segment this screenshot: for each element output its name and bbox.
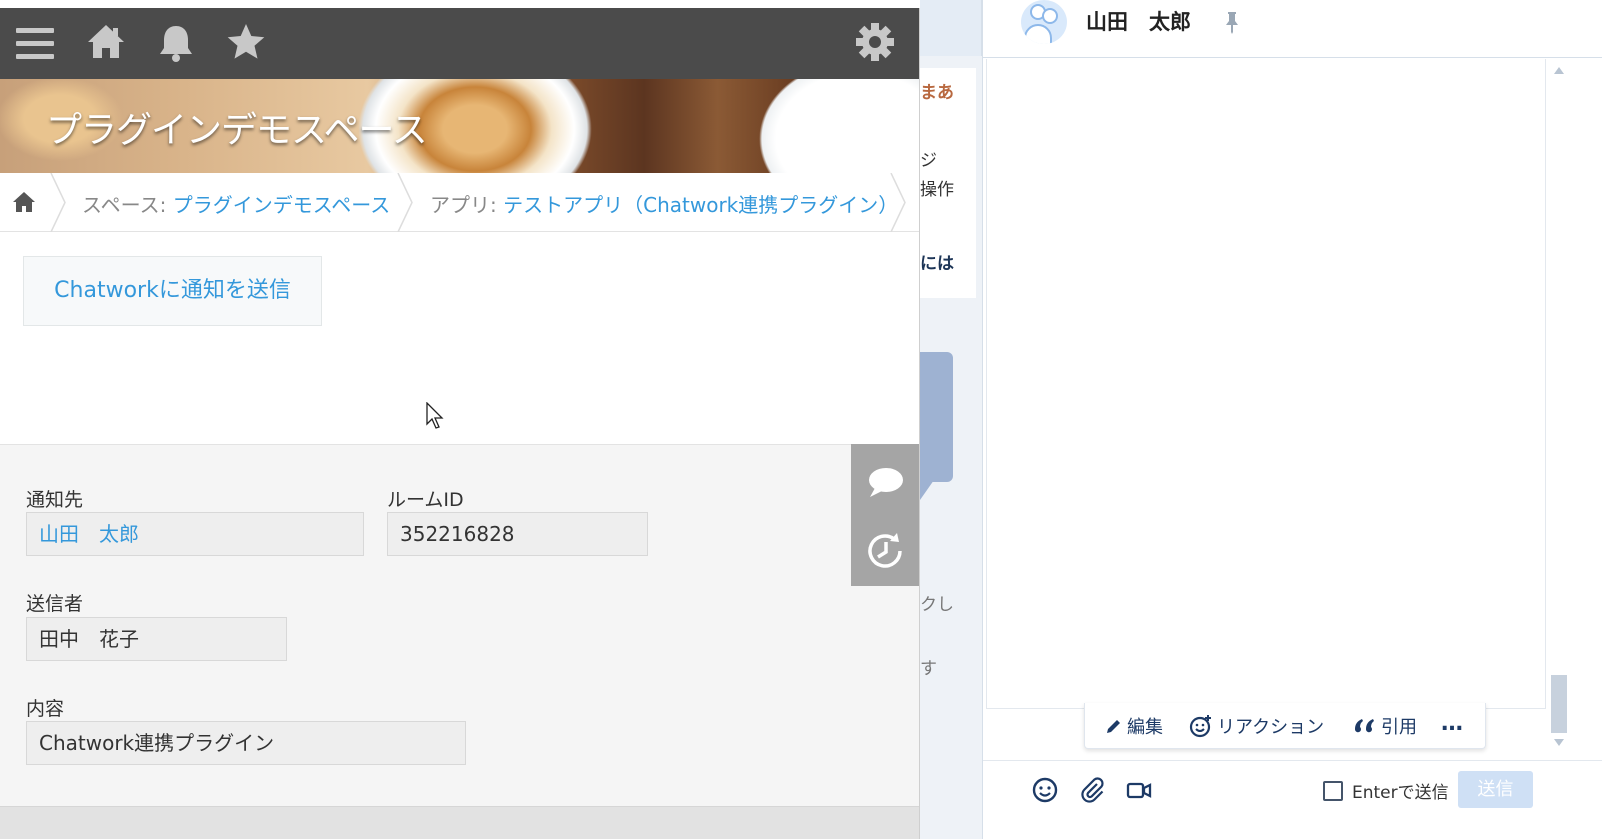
send-chatwork-notification-button[interactable]: Chatworkに通知を送信 bbox=[23, 256, 322, 326]
breadcrumb-space-label: スペース: bbox=[82, 193, 173, 217]
pin-icon[interactable] bbox=[1223, 10, 1241, 34]
paperclip-icon[interactable] bbox=[1077, 776, 1105, 804]
quote-button[interactable]: 引用 bbox=[1353, 713, 1417, 739]
chat-header: 山田 太郎 bbox=[983, 0, 1602, 58]
chatwork-room-list-strip: まあ ジ 操作 には クし す bbox=[920, 0, 982, 839]
quote-label: 引用 bbox=[1381, 717, 1417, 738]
recipient-field[interactable]: 山田 太郎 bbox=[26, 512, 364, 556]
pencil-icon bbox=[1107, 720, 1120, 733]
edit-button[interactable]: 編集 bbox=[1105, 713, 1163, 739]
record-side-toolbar bbox=[851, 444, 920, 586]
fragment-text: には bbox=[920, 254, 954, 274]
more-button[interactable]: … bbox=[1441, 711, 1464, 736]
breadcrumb-app-link[interactable]: テストアプリ（Chatwork連携プラグイン） bbox=[503, 193, 898, 217]
menu-icon[interactable] bbox=[16, 24, 54, 62]
timeline-scrollbar[interactable] bbox=[1549, 59, 1569, 746]
enter-to-send-toggle[interactable]: Enterで送信 bbox=[1323, 778, 1449, 803]
sender-field[interactable]: 田中 花子 bbox=[26, 617, 287, 661]
reaction-label: リアクション bbox=[1217, 717, 1325, 738]
gear-icon[interactable] bbox=[855, 22, 895, 62]
content-label: 内容 bbox=[26, 698, 65, 720]
home-icon[interactable] bbox=[86, 22, 126, 62]
breadcrumb-home-icon[interactable] bbox=[12, 191, 36, 213]
breadcrumb-separator bbox=[50, 173, 66, 232]
fragment-text: ジ bbox=[920, 151, 937, 171]
scroll-down-arrow-icon[interactable] bbox=[1554, 739, 1564, 746]
bubble-shape bbox=[920, 352, 953, 482]
room-list-header bbox=[920, 0, 982, 56]
chatwork-chat-panel: 山田 太郎 - 編集 bbox=[982, 0, 1602, 839]
reaction-smile-icon bbox=[1189, 715, 1211, 738]
content-field[interactable]: Chatwork連携プラグイン bbox=[26, 721, 466, 765]
breadcrumb-space[interactable]: スペース: プラグインデモスペース bbox=[82, 189, 390, 218]
kintone-window: プラグインデモスペース スペース: プラグインデモスペース アプリ: テストアプ… bbox=[0, 8, 920, 839]
chat-timeline[interactable]: - bbox=[986, 59, 1546, 747]
recipient-label: 通知先 bbox=[26, 489, 84, 511]
space-title: プラグインデモスペース bbox=[46, 110, 428, 151]
send-button[interactable]: 送信 bbox=[1458, 771, 1533, 808]
quote-icon bbox=[1354, 719, 1374, 733]
comment-icon[interactable] bbox=[851, 444, 920, 515]
compose-divider bbox=[983, 760, 1602, 761]
record-form: 通知先 山田 太郎 ルームID 352216828 送信者 田中 花子 内容 C… bbox=[0, 444, 919, 806]
space-header-banner: プラグインデモスペース bbox=[0, 79, 919, 173]
breadcrumb-space-link[interactable]: プラグインデモスペース bbox=[173, 193, 391, 217]
avatar[interactable] bbox=[1021, 0, 1067, 44]
message-action-bar: 編集 リアクション 引用 … bbox=[1084, 703, 1486, 749]
fragment-text: クし bbox=[920, 595, 954, 615]
breadcrumb-app[interactable]: アプリ: テストアプリ（Chatwork連携プラグイン） bbox=[430, 189, 898, 218]
history-icon[interactable] bbox=[851, 515, 920, 586]
room-id-label: ルームID bbox=[387, 489, 464, 511]
room-id-field[interactable]: 352216828 bbox=[387, 512, 648, 556]
sender-label: 送信者 bbox=[26, 593, 84, 615]
bubble-tail bbox=[920, 480, 934, 500]
emoji-icon[interactable] bbox=[1031, 776, 1059, 804]
fragment-text: す bbox=[920, 659, 937, 679]
video-icon[interactable] bbox=[1125, 776, 1153, 804]
bell-icon[interactable] bbox=[156, 22, 196, 64]
window-bottom-edge bbox=[0, 806, 919, 839]
scroll-up-arrow-icon[interactable] bbox=[1554, 67, 1564, 74]
scroll-thumb[interactable] bbox=[1551, 675, 1567, 733]
room-name[interactable]: 山田 太郎 bbox=[1086, 6, 1191, 36]
breadcrumb-app-label: アプリ: bbox=[430, 193, 504, 217]
enter-to-send-checkbox[interactable] bbox=[1323, 780, 1343, 801]
fragment-text: 操作 bbox=[920, 180, 954, 200]
star-icon[interactable] bbox=[226, 22, 266, 62]
enter-to-send-label: Enterで送信 bbox=[1352, 783, 1449, 803]
mouse-cursor-icon bbox=[426, 402, 444, 429]
top-navigation-bar bbox=[0, 8, 919, 79]
screen: まあ ジ 操作 には クし す 山田 太郎 - bbox=[0, 0, 1602, 839]
breadcrumb-separator bbox=[890, 173, 906, 232]
edit-label: 編集 bbox=[1127, 717, 1163, 738]
breadcrumb: スペース: プラグインデモスペース アプリ: テストアプリ（Chatwork連携… bbox=[0, 173, 919, 232]
reaction-button[interactable]: リアクション bbox=[1189, 713, 1324, 739]
fragment-text: まあ bbox=[920, 83, 954, 103]
breadcrumb-separator bbox=[397, 173, 413, 232]
